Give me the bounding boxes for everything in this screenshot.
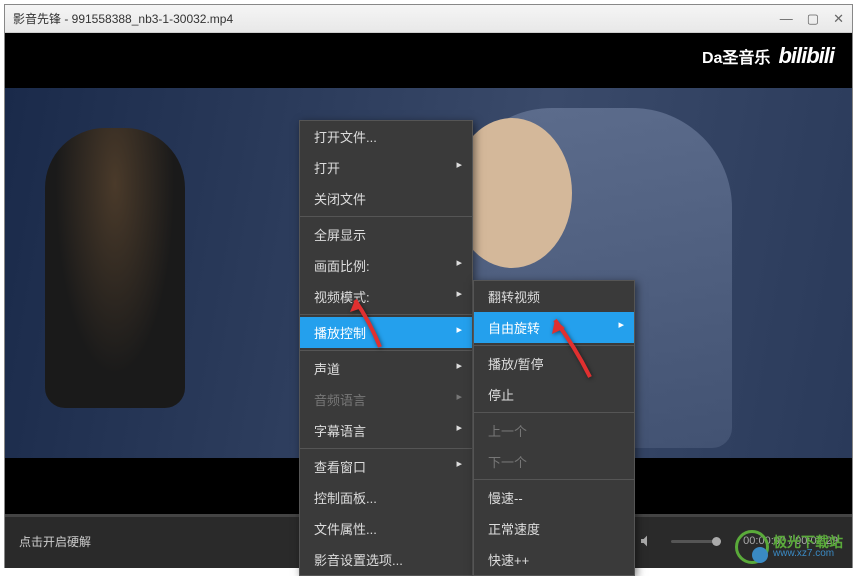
context-menu-main-item[interactable]: 打开文件... xyxy=(300,121,472,152)
volume-icon[interactable] xyxy=(637,531,657,551)
watermark: Da圣音乐 bilibili xyxy=(702,43,834,69)
footer-logo-icon xyxy=(735,530,769,564)
video-scene-person-left xyxy=(45,128,185,408)
context-menu-main-item[interactable]: 打开 xyxy=(300,152,472,183)
menu-separator xyxy=(474,479,634,480)
footer-logo-sub: www.xz7.com xyxy=(773,549,843,559)
bilibili-logo: bilibili xyxy=(778,43,834,69)
annotation-arrow-1 xyxy=(340,292,390,357)
context-menu-playback-item[interactable]: 正常速度 xyxy=(474,513,634,544)
watermark-text: Da圣音乐 xyxy=(702,44,770,68)
context-menu-main-item[interactable]: 影音设置选项... xyxy=(300,544,472,575)
context-menu-playback-item: 上一个 xyxy=(474,415,634,446)
window-title: 影音先锋 - 991558388_nb3-1-30032.mp4 xyxy=(13,10,780,27)
footer-logo: 极光下载站 www.xz7.com xyxy=(735,530,843,564)
context-menu-main-item[interactable]: 声道 xyxy=(300,353,472,384)
menu-separator xyxy=(474,412,634,413)
window-controls: — ▢ ✕ xyxy=(780,11,844,27)
context-menu-main-item[interactable]: 查看窗口 xyxy=(300,451,472,482)
titlebar: 影音先锋 - 991558388_nb3-1-30032.mp4 — ▢ ✕ xyxy=(5,5,852,33)
menu-separator xyxy=(300,216,472,217)
context-menu-main-item[interactable]: 画面比例: xyxy=(300,250,472,281)
footer-logo-main: 极光下载站 xyxy=(773,535,843,549)
context-menu-main-item: 音频语言 xyxy=(300,384,472,415)
menu-separator xyxy=(300,448,472,449)
context-menu-main-item[interactable]: 字幕语言 xyxy=(300,415,472,446)
close-button[interactable]: ✕ xyxy=(833,11,844,27)
context-menu-playback-item[interactable]: 翻转视频 xyxy=(474,281,634,312)
context-menu-main-item[interactable]: 文件属性... xyxy=(300,513,472,544)
context-menu-playback-item: 下一个 xyxy=(474,446,634,477)
context-menu-playback-item[interactable]: 慢速-- xyxy=(474,482,634,513)
minimize-button[interactable]: — xyxy=(780,11,793,27)
annotation-arrow-2 xyxy=(540,312,600,387)
context-menu-main-item[interactable]: 关闭文件 xyxy=(300,183,472,214)
context-menu-playback-item[interactable]: 快速++ xyxy=(474,544,634,575)
footer-logo-text: 极光下载站 www.xz7.com xyxy=(773,535,843,559)
maximize-button[interactable]: ▢ xyxy=(807,11,819,27)
volume-slider[interactable] xyxy=(671,540,721,543)
context-menu-main-item[interactable]: 全屏显示 xyxy=(300,219,472,250)
context-menu-main-item[interactable]: 控制面板... xyxy=(300,482,472,513)
